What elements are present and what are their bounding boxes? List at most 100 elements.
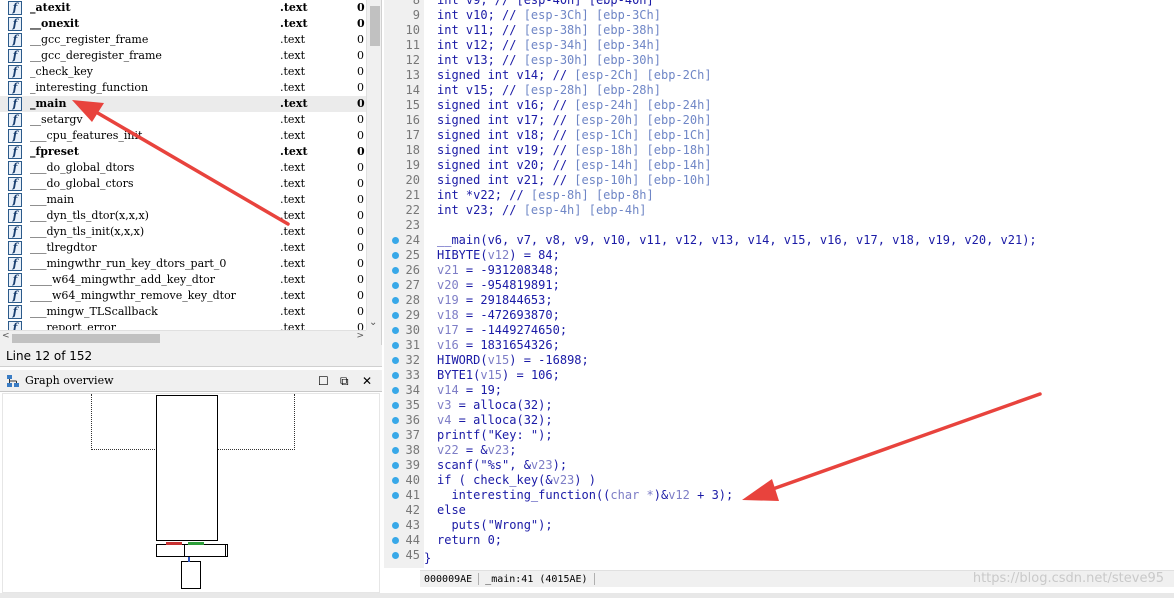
- code-line[interactable]: 18 signed int v19; // [esp-18h] [ebp-18h]: [384, 143, 1174, 158]
- function-row[interactable]: f ___tlregdtor .text 0: [0, 240, 366, 256]
- breakpoint-dot-icon[interactable]: [392, 477, 399, 484]
- code-line[interactable]: 10 int v11; // [esp-38h] [ebp-38h]: [384, 23, 1174, 38]
- function-row[interactable]: f __onexit .text 0: [0, 16, 366, 32]
- code-line[interactable]: 27 v20 = -954819891;: [384, 278, 1174, 293]
- graph-edge-merge: [188, 557, 190, 562]
- breakpoint-dot-icon[interactable]: [392, 462, 399, 469]
- code-line[interactable]: 14 int v15; // [esp-28h] [ebp-28h]: [384, 83, 1174, 98]
- function-row[interactable]: f ____w64_mingwthr_remove_key_dtor .text 0: [0, 288, 366, 304]
- function-row[interactable]: f ____w64_mingwthr_add_key_dtor .text 0: [0, 272, 366, 288]
- code-line[interactable]: 11 int v12; // [esp-34h] [ebp-34h]: [384, 38, 1174, 53]
- breakpoint-dot-icon[interactable]: [392, 417, 399, 424]
- breakpoint-dot-icon[interactable]: [392, 327, 399, 334]
- breakpoint-dot-icon[interactable]: [392, 447, 399, 454]
- breakpoint-dot-icon[interactable]: [392, 372, 399, 379]
- code-line[interactable]: 9 int v10; // [esp-3Ch] [ebp-3Ch]: [384, 8, 1174, 23]
- pseudocode-view[interactable]: 8 int v9; // [esp-40h] [ebp-40h] 9 int v10;…: [384, 0, 1174, 568]
- function-row[interactable]: f ___do_global_ctors .text 0: [0, 176, 366, 192]
- code-line[interactable]: 45: [384, 548, 1174, 563]
- breakpoint-dot-icon[interactable]: [392, 267, 399, 274]
- function-row[interactable]: f ___mingwthr_run_key_dtors_part_0 .text 0: [0, 256, 366, 272]
- function-row[interactable]: f ___main .text 0: [0, 192, 366, 208]
- breakpoint-dot-icon[interactable]: [392, 357, 399, 364]
- code-line[interactable]: 30 v17 = -1449274650;: [384, 323, 1174, 338]
- code-line[interactable]: 26 v21 = -931208348;: [384, 263, 1174, 278]
- code-token: ;: [509, 443, 517, 457]
- code-token: [esp-4h] [ebp-4h]: [523, 203, 647, 217]
- code-line[interactable]: 36 v4 = alloca(32);: [384, 413, 1174, 428]
- function-row[interactable]: f ___dyn_tls_init(x,x,x) .text 0: [0, 224, 366, 240]
- function-row[interactable]: f _main .text 0: [0, 96, 366, 112]
- function-row[interactable]: f ___dyn_tls_dtor(x,x,x) .text 0: [0, 208, 366, 224]
- code-line[interactable]: 44 return 0;: [384, 533, 1174, 548]
- code-line[interactable]: 25 HIBYTE(v12) = 84;: [384, 248, 1174, 263]
- scroll-right-arrow-icon[interactable]: >: [356, 331, 364, 341]
- code-line[interactable]: 21 int *v22; // [esp-8h] [ebp-8h]: [384, 188, 1174, 203]
- function-start: 0: [357, 81, 364, 94]
- close-icon[interactable]: ✕: [362, 370, 372, 392]
- code-line[interactable]: 42 else: [384, 503, 1174, 518]
- code-line[interactable]: 15 signed int v16; // [esp-24h] [ebp-24h]: [384, 98, 1174, 113]
- code-line[interactable]: 13 signed int v14; // [esp-2Ch] [ebp-2Ch]: [384, 68, 1174, 83]
- code-line[interactable]: 41 interesting_function((char *)&v12 + 3…: [384, 488, 1174, 503]
- function-row[interactable]: f _interesting_function .text 0: [0, 80, 366, 96]
- breakpoint-dot-icon[interactable]: [392, 402, 399, 409]
- function-row[interactable]: f __gcc_register_frame .text 0: [0, 32, 366, 48]
- code-line[interactable]: 32 HIWORD(v15) = -16898;: [384, 353, 1174, 368]
- scrollbar-thumb[interactable]: [370, 6, 380, 46]
- code-line[interactable]: 16 signed int v17; // [esp-20h] [ebp-20h]: [384, 113, 1174, 128]
- code-line[interactable]: 40 if ( check_key(&v23) ): [384, 473, 1174, 488]
- function-start: 0: [357, 17, 365, 30]
- code-line[interactable]: 19 signed int v20; // [esp-14h] [ebp-14h]: [384, 158, 1174, 173]
- function-row[interactable]: f ___do_global_dtors .text 0: [0, 160, 366, 176]
- function-row[interactable]: f ___cpu_features_init .text 0: [0, 128, 366, 144]
- code-line[interactable]: 39 scanf("%s", &v23);: [384, 458, 1174, 473]
- code-line[interactable]: 35 v3 = alloca(32);: [384, 398, 1174, 413]
- function-list-vertical-scrollbar[interactable]: ⌄: [366, 0, 381, 330]
- code-line[interactable]: 8 int v9; // [esp-40h] [ebp-40h]: [384, 0, 1174, 8]
- code-line[interactable]: 34 v14 = 19;: [384, 383, 1174, 398]
- breakpoint-dot-icon[interactable]: [392, 537, 399, 544]
- scrollbar-thumb[interactable]: [12, 334, 160, 343]
- scroll-down-arrow-icon[interactable]: ⌄: [369, 317, 377, 328]
- graph-node-branch: [184, 544, 226, 557]
- maximize-icon[interactable]: ☐: [318, 370, 329, 392]
- code-line[interactable]: 38 v22 = &v23;: [384, 443, 1174, 458]
- breakpoint-dot-icon[interactable]: [392, 237, 399, 244]
- code-line[interactable]: 28 v19 = 291844653;: [384, 293, 1174, 308]
- function-row[interactable]: f __setargv .text 0: [0, 112, 366, 128]
- code-line[interactable]: 43 puts("Wrong");: [384, 518, 1174, 533]
- breakpoint-dot-icon[interactable]: [392, 552, 399, 559]
- code-line[interactable]: 20 signed int v21; // [esp-10h] [ebp-10h]: [384, 173, 1174, 188]
- code-line[interactable]: 24 __main(v6, v7, v8, v9, v10, v11, v12, …: [384, 233, 1174, 248]
- breakpoint-dot-icon[interactable]: [392, 432, 399, 439]
- code-line[interactable]: 33 BYTE1(v15) = 106;: [384, 368, 1174, 383]
- code-line[interactable]: 17 signed int v18; // [esp-1Ch] [ebp-1Ch]: [384, 128, 1174, 143]
- code-text: v21 = -931208348;: [437, 263, 560, 278]
- float-window-icon[interactable]: ⧉: [340, 370, 349, 392]
- breakpoint-dot-icon[interactable]: [392, 297, 399, 304]
- breakpoint-dot-icon[interactable]: [392, 342, 399, 349]
- code-line[interactable]: 23: [384, 218, 1174, 233]
- code-line[interactable]: 29 v18 = -472693870;: [384, 308, 1174, 323]
- code-line[interactable]: 22 int v23; // [esp-4h] [ebp-4h]: [384, 203, 1174, 218]
- code-line[interactable]: 37 printf("Key: ");: [384, 428, 1174, 443]
- graph-overview-canvas[interactable]: [2, 393, 380, 593]
- breakpoint-dot-icon[interactable]: [392, 312, 399, 319]
- breakpoint-dot-icon[interactable]: [392, 387, 399, 394]
- function-row[interactable]: f ___mingw_TLScallback .text 0: [0, 304, 366, 320]
- function-row[interactable]: f _atexit .text 0: [0, 0, 366, 16]
- function-segment: .text: [280, 97, 308, 110]
- code-line[interactable]: 12 int v13; // [esp-30h] [ebp-30h]: [384, 53, 1174, 68]
- function-row[interactable]: f __gcc_deregister_frame .text 0: [0, 48, 366, 64]
- breakpoint-dot-icon[interactable]: [392, 252, 399, 259]
- function-row[interactable]: f _check_key .text 0: [0, 64, 366, 80]
- function-row[interactable]: f ___report_error .text 0: [0, 320, 366, 330]
- scroll-left-arrow-icon[interactable]: <: [2, 331, 10, 341]
- breakpoint-dot-icon[interactable]: [392, 282, 399, 289]
- breakpoint-dot-icon[interactable]: [392, 492, 399, 499]
- function-list-horizontal-scrollbar[interactable]: < >: [0, 330, 366, 345]
- function-row[interactable]: f _fpreset .text 0: [0, 144, 366, 160]
- code-line[interactable]: 31 v16 = 1831654326;: [384, 338, 1174, 353]
- breakpoint-dot-icon[interactable]: [392, 522, 399, 529]
